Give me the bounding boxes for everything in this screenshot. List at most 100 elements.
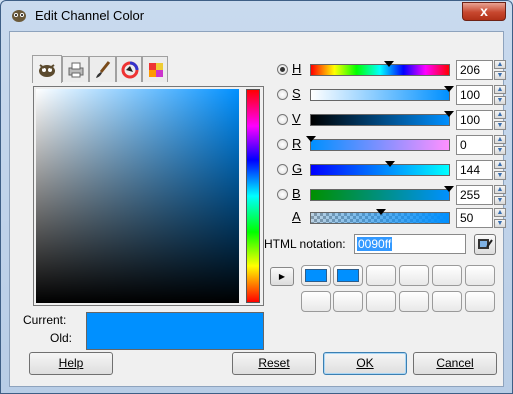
- gimp-app-icon: [12, 10, 26, 22]
- channel-radio-v[interactable]: [277, 114, 288, 125]
- spin-buttons-v[interactable]: ▲ ▼: [494, 110, 506, 130]
- spin-up-icon[interactable]: ▲: [494, 110, 506, 119]
- hue-strip[interactable]: [246, 89, 260, 303]
- channel-label-s: S: [292, 86, 301, 101]
- history-swatch-1[interactable]: [301, 265, 331, 286]
- tab-wheel[interactable]: [116, 56, 142, 82]
- history-swatch-4[interactable]: [399, 265, 429, 286]
- gimp-icon: [39, 64, 55, 77]
- slider-handle-r[interactable]: [306, 136, 316, 142]
- channel-radio-b[interactable]: [277, 189, 288, 200]
- history-swatch-11[interactable]: [432, 291, 462, 312]
- channel-radio-h[interactable]: [277, 64, 288, 75]
- slider-b[interactable]: [310, 186, 454, 201]
- channel-label-b: B: [292, 186, 301, 201]
- history-swatch-12[interactable]: [465, 291, 495, 312]
- slider-handle-s[interactable]: [444, 86, 454, 92]
- brush-icon: [96, 61, 111, 78]
- color-picker-area: [33, 86, 264, 306]
- spin-down-icon[interactable]: ▼: [494, 196, 506, 205]
- ok-button[interactable]: OK: [323, 352, 407, 375]
- spin-down-icon[interactable]: ▼: [494, 71, 506, 80]
- current-label: Current:: [23, 313, 67, 327]
- slider-r[interactable]: [306, 136, 450, 151]
- history-swatch-2[interactable]: [333, 265, 363, 286]
- spin-up-icon[interactable]: ▲: [494, 135, 506, 144]
- window-title: Edit Channel Color: [35, 8, 145, 23]
- channel-label-g: G: [292, 161, 303, 176]
- ok-button-label: OK: [356, 356, 374, 370]
- channel-radio-g[interactable]: [277, 164, 288, 175]
- channel-label-h: H: [292, 61, 302, 76]
- cancel-button[interactable]: Cancel: [413, 352, 497, 375]
- spin-buttons-r[interactable]: ▲ ▼: [494, 135, 506, 155]
- history-swatch-6[interactable]: [465, 265, 495, 286]
- spin-up-icon[interactable]: ▲: [494, 60, 506, 69]
- old-color-swatch: [86, 328, 264, 350]
- spin-buttons-a[interactable]: ▲ ▼: [494, 208, 506, 228]
- title-bar[interactable]: Edit Channel Color x: [1, 1, 512, 29]
- history-swatch-9[interactable]: [366, 291, 396, 312]
- slider-handle-v[interactable]: [444, 111, 454, 117]
- spin-up-icon[interactable]: ▲: [494, 160, 506, 169]
- slider-handle-a[interactable]: [376, 209, 386, 215]
- history-swatch-3[interactable]: [366, 265, 396, 286]
- dialog-body: Current: Old: H 206 ▲ ▼ S 100 ▲ ▼ V 100 ▲ ▼…: [9, 31, 506, 387]
- slider-a[interactable]: [310, 209, 450, 224]
- spin-buttons-h[interactable]: ▲ ▼: [494, 60, 506, 80]
- close-button[interactable]: x: [462, 2, 506, 21]
- old-label: Old:: [50, 331, 73, 345]
- slider-v[interactable]: [310, 111, 454, 126]
- spin-up-icon[interactable]: ▲: [494, 85, 506, 94]
- palette-icon: [149, 63, 163, 77]
- channel-radio-r[interactable]: [277, 139, 288, 150]
- spin-down-icon[interactable]: ▼: [494, 171, 506, 180]
- tab-palette[interactable]: [142, 56, 168, 82]
- slider-g[interactable]: [310, 161, 450, 176]
- html-notation-label: HTML notation:: [264, 237, 346, 251]
- dialog-window: Edit Channel Color x Current: Old: H 206…: [0, 0, 513, 394]
- tab-cmyk[interactable]: [62, 56, 89, 82]
- slider-handle-b[interactable]: [444, 186, 454, 192]
- history-swatch-5[interactable]: [432, 265, 462, 286]
- help-button[interactable]: Help: [29, 352, 113, 375]
- help-button-label: Help: [58, 356, 84, 370]
- channel-label-a: A: [292, 209, 301, 224]
- tab-gimp-selector[interactable]: [32, 55, 62, 83]
- cancel-button-label: Cancel: [436, 356, 474, 370]
- history-swatch-8[interactable]: [333, 291, 363, 312]
- spin-up-icon[interactable]: ▲: [494, 208, 506, 217]
- spin-h[interactable]: 206: [456, 60, 493, 80]
- channel-radio-s[interactable]: [277, 89, 288, 100]
- history-swatch-7[interactable]: [301, 291, 331, 312]
- slider-handle-h[interactable]: [384, 61, 394, 67]
- tab-watercolor[interactable]: [89, 56, 116, 82]
- history-swatch-10[interactable]: [399, 291, 429, 312]
- spin-up-icon[interactable]: ▲: [494, 185, 506, 194]
- spin-down-icon[interactable]: ▼: [494, 121, 506, 130]
- current-color-swatch: [86, 312, 264, 328]
- slider-s[interactable]: [310, 86, 454, 101]
- spin-b[interactable]: 255: [456, 185, 493, 205]
- spin-down-icon[interactable]: ▼: [494, 146, 506, 155]
- spin-down-icon[interactable]: ▼: [494, 96, 506, 105]
- saturation-value-field[interactable]: [36, 89, 239, 303]
- color-wheel-icon: [121, 61, 139, 79]
- spin-down-icon[interactable]: ▼: [494, 219, 506, 228]
- spin-a[interactable]: 50: [456, 208, 493, 228]
- spin-g[interactable]: 144: [456, 160, 493, 180]
- reset-button[interactable]: Reset: [232, 352, 316, 375]
- spin-buttons-g[interactable]: ▲ ▼: [494, 160, 506, 180]
- slider-h[interactable]: [310, 61, 450, 76]
- channel-label-v: V: [292, 111, 301, 126]
- spin-v[interactable]: 100: [456, 110, 493, 130]
- history-expand-button[interactable]: ▶: [270, 267, 294, 286]
- spin-buttons-b[interactable]: ▲ ▼: [494, 185, 506, 205]
- html-notation-input[interactable]: 0090ff: [354, 234, 466, 254]
- spin-r[interactable]: 0: [456, 135, 493, 155]
- spin-buttons-s[interactable]: ▲ ▼: [494, 85, 506, 105]
- slider-handle-g[interactable]: [385, 161, 395, 167]
- close-icon: x: [480, 3, 488, 19]
- spin-s[interactable]: 100: [456, 85, 493, 105]
- eyedropper-button[interactable]: [474, 234, 496, 255]
